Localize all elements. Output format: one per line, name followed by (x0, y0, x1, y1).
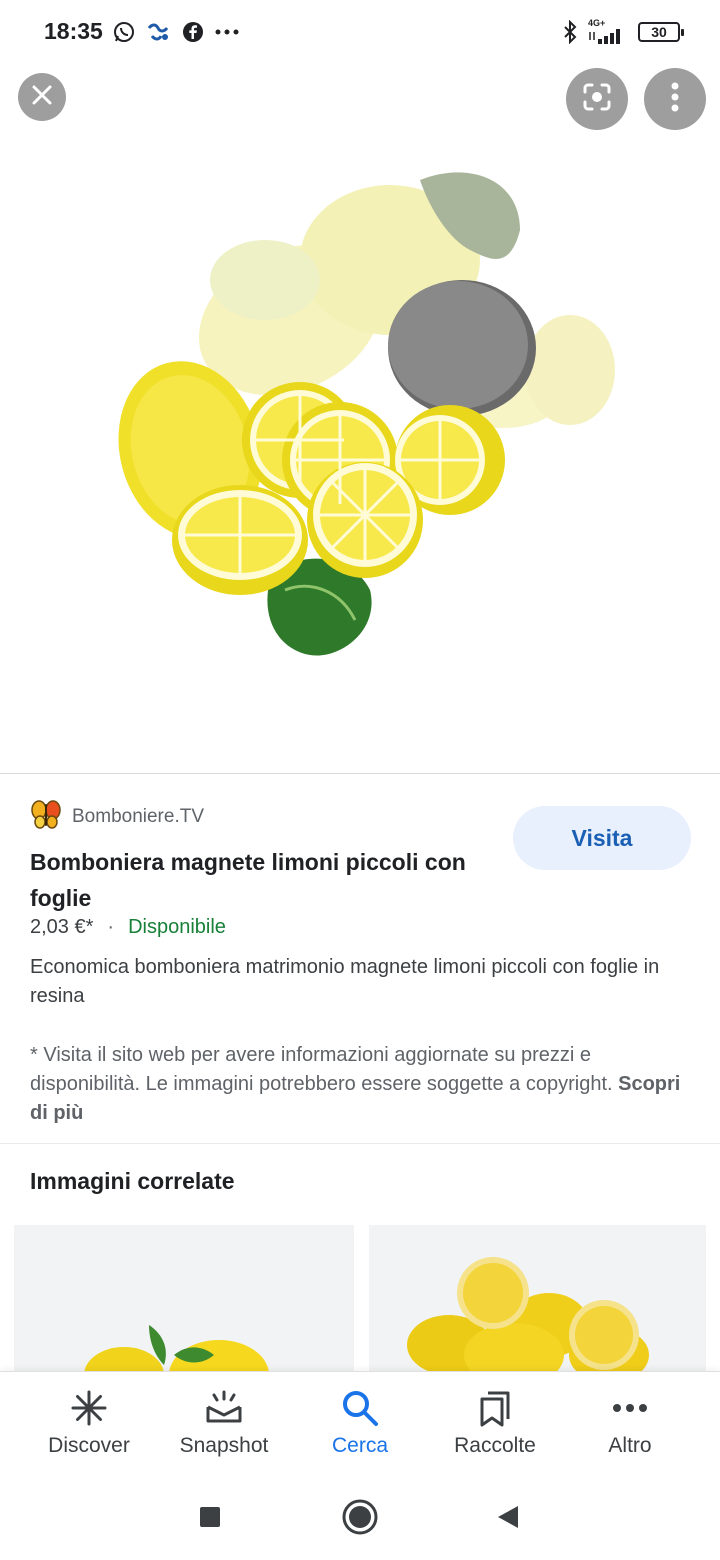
asterisk-icon (70, 1388, 108, 1428)
nav-label: Cerca (331, 1434, 389, 1457)
status-icons-left (112, 20, 240, 44)
product-title[interactable]: Bomboniera magnete limoni piccoli con fo… (30, 844, 490, 916)
close-icon (31, 84, 53, 111)
search-icon (341, 1388, 379, 1428)
back-button[interactable] (486, 1495, 530, 1539)
close-button[interactable] (18, 73, 66, 121)
whatsapp-icon (112, 20, 136, 44)
facebook-icon (182, 21, 204, 43)
status-time: 18:35 (44, 18, 103, 44)
nav-label: Altro (608, 1434, 652, 1457)
bottom-navigation: Discover Snapshot Cerca Raccolte Altro (0, 1371, 720, 1473)
related-image[interactable] (369, 1225, 706, 1371)
divider (0, 1143, 720, 1144)
price-row: 2,03 €* · Disponibile (30, 916, 226, 939)
nav-label: Raccolte (454, 1434, 536, 1457)
status-icons-right: 4G+ 30 (562, 19, 684, 44)
recents-button[interactable] (188, 1495, 232, 1539)
related-images-title: Immagini correlate (30, 1168, 235, 1194)
separator-dot: · (107, 916, 115, 938)
lens-icon (581, 81, 613, 118)
nav-search[interactable]: Cerca (295, 1372, 425, 1474)
lens-button[interactable] (566, 68, 628, 130)
nav-label: Snapshot (179, 1434, 269, 1457)
nav-label: Discover (48, 1434, 130, 1457)
disclaimer-text: * Visita il sito web per avere informazi… (30, 1044, 613, 1095)
collections-icon (478, 1388, 512, 1428)
product-description: Economica bomboniera matrimonio magnete … (30, 956, 660, 1007)
disclaimer: * Visita il sito web per avere informazi… (30, 1041, 700, 1128)
status-bar: 18:35 4G+ 30 (0, 0, 720, 64)
home-button[interactable] (338, 1495, 382, 1539)
more-dots-icon (214, 28, 240, 36)
app-notification-icon (146, 20, 172, 44)
nav-snapshot[interactable]: Snapshot (159, 1372, 289, 1474)
nav-discover[interactable]: Discover (24, 1372, 154, 1474)
visit-button[interactable]: Visita (513, 806, 691, 870)
product-price: 2,03 €* (30, 916, 94, 938)
snapshot-icon (204, 1388, 244, 1428)
network-type-label: 4G+ (588, 18, 606, 28)
signal-icon: 4G+ (588, 19, 628, 44)
more-options-button[interactable] (644, 68, 706, 130)
butterfly-logo-icon (30, 798, 62, 835)
product-image[interactable] (90, 150, 630, 690)
divider (0, 773, 720, 774)
nav-more[interactable]: Altro (565, 1372, 695, 1474)
bluetooth-icon (562, 19, 578, 44)
vertical-dots-icon (671, 82, 679, 117)
site-name: Bomboniere.TV (72, 805, 205, 827)
system-navigation-bar (0, 1473, 720, 1560)
more-horizontal-icon (612, 1388, 648, 1428)
battery-indicator: 30 (638, 21, 684, 42)
availability-status: Disponibile (128, 916, 226, 938)
related-image[interactable] (14, 1225, 354, 1371)
source-site[interactable]: Bomboniere.TV (30, 798, 204, 835)
nav-collections[interactable]: Raccolte (430, 1372, 560, 1474)
